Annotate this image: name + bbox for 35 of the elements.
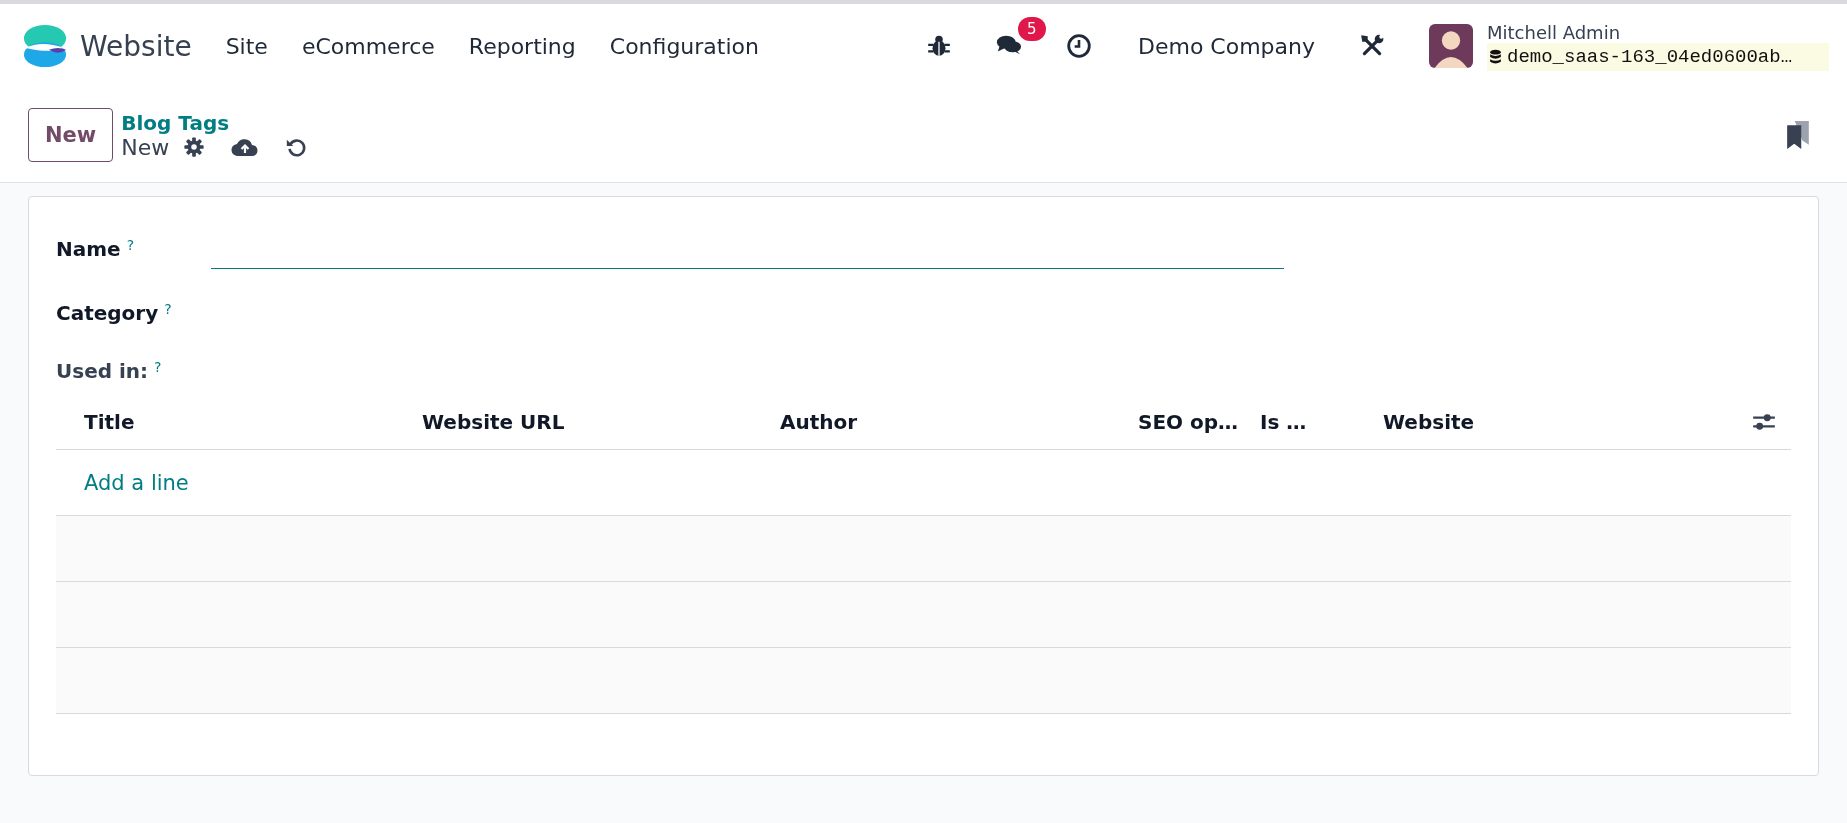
column-header[interactable]: Website URL (422, 410, 780, 434)
menu-item[interactable]: eCommerce (301, 33, 435, 59)
help-tooltip[interactable]: ? (154, 359, 162, 375)
undo-icon[interactable] (285, 136, 308, 158)
database-icon (1489, 49, 1502, 64)
menu-item[interactable]: Configuration (609, 33, 759, 59)
field-label: Used in: (56, 359, 149, 383)
bug-icon[interactable] (925, 33, 952, 59)
logo-icon[interactable] (22, 23, 68, 69)
new-button[interactable]: New (28, 108, 114, 162)
column-header[interactable]: Is … (1260, 410, 1383, 434)
user-avatar[interactable] (1429, 24, 1473, 68)
user-name[interactable]: Mitchell Admin (1487, 21, 1829, 43)
database-name: demo_saas-163_04ed0600ab… (1507, 45, 1793, 68)
column-header[interactable]: Website (1383, 410, 1733, 434)
cloud-upload-icon[interactable] (231, 136, 260, 158)
clock-icon[interactable] (1065, 33, 1092, 59)
record-title: New (121, 134, 170, 160)
breadcrumb-link[interactable]: Blog Tags (121, 110, 334, 135)
help-tooltip[interactable]: ? (126, 237, 135, 253)
company-switcher[interactable]: Demo Company (1137, 33, 1315, 59)
add-line-link[interactable]: Add a line (84, 470, 189, 495)
help-tooltip[interactable]: ? (164, 301, 172, 317)
menu-item[interactable]: Reporting (468, 33, 576, 59)
gear-icon[interactable] (183, 136, 206, 158)
field-label: Name (56, 237, 121, 261)
field-label: Category (56, 301, 159, 325)
bookmark-icon[interactable] (1785, 119, 1811, 151)
menu-item[interactable]: Site (225, 33, 268, 59)
column-settings-icon[interactable] (1751, 411, 1777, 433)
message-count-badge: 5 (1017, 17, 1046, 41)
column-header[interactable]: Author (780, 410, 1138, 434)
column-header[interactable]: Title (84, 410, 422, 434)
app-name[interactable]: Website (80, 29, 192, 63)
column-header[interactable]: SEO op… (1138, 410, 1260, 434)
